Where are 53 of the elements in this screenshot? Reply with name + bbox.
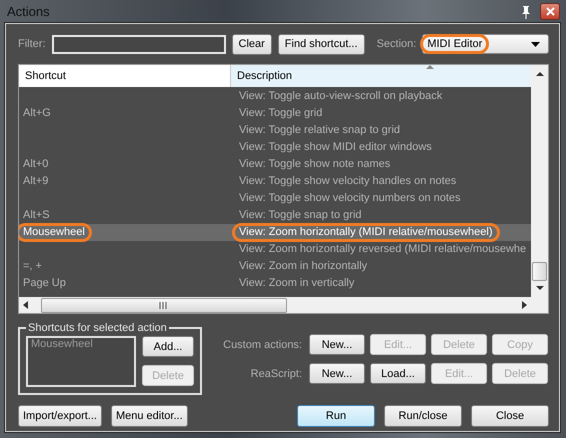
description-cell-text: View: Zoom horizontally reversed (MIDI relative/mousewhe: [238, 243, 528, 256]
filter-field[interactable]: [52, 34, 226, 54]
action-button[interactable]: New...: [309, 334, 365, 355]
dialog-button[interactable]: Run/close: [384, 405, 462, 427]
dialog-button[interactable]: Menu editor...: [110, 405, 188, 427]
vertical-scrollbar[interactable]: [531, 65, 548, 313]
left-arrow-icon[interactable]: [23, 301, 29, 309]
grip-icon: [159, 302, 169, 308]
filter-button[interactable]: Find shortcut...: [278, 34, 365, 54]
horizontal-scrollbar[interactable]: [19, 297, 531, 313]
description-cell: View: Zoom horizontally (MIDI relative/mousewheel): [235, 226, 496, 239]
description-cell-text: View: Zoom in vertically: [238, 277, 356, 290]
description-cell-text: View: Toggle grid: [238, 107, 324, 120]
section-dropdown[interactable]: MIDI Editor: [422, 34, 549, 54]
scroll-thumb[interactable]: [41, 298, 287, 312]
dialog-button[interactable]: Run: [297, 405, 375, 427]
shortcut-cell-text: Alt+0: [22, 158, 50, 171]
sort-arrow-icon: [426, 65, 434, 69]
shortcut-cell-text: =, +: [22, 260, 43, 273]
down-arrow-icon[interactable]: [536, 285, 544, 291]
description-cell-text: View: Zoom in horizontally: [238, 260, 368, 273]
dropdown-arrow-icon: [531, 42, 540, 46]
dialog-button[interactable]: Close: [471, 405, 549, 427]
shortcut-cell-text: Alt+G: [22, 107, 52, 120]
action-button[interactable]: New...: [309, 363, 365, 384]
filter-button[interactable]: Clear: [232, 34, 272, 54]
dialog-button[interactable]: Import/export...: [18, 405, 102, 427]
pin-icon[interactable]: [520, 4, 532, 18]
shortcut-cell-text: Alt+S: [22, 209, 51, 222]
action-label: Custom actions:: [222, 338, 302, 350]
shortcut-cell: Mousewheel: [19, 226, 89, 239]
right-arrow-icon[interactable]: [521, 301, 527, 309]
description-cell-text: View: Toggle show velocity numbers on notes: [238, 192, 462, 205]
description-cell-text: View: Toggle relative snap to grid: [238, 124, 402, 137]
group-title: Shortcuts for selected action: [27, 322, 168, 334]
description-cell-text: View: Toggle auto-view-scroll on playback: [238, 90, 444, 103]
column-header[interactable]: Description: [231, 65, 531, 87]
shortcut-button[interactable]: Add...: [142, 336, 194, 357]
description-cell-text: View: Toggle show MIDI editor windows: [238, 141, 433, 154]
window-title: Actions: [6, 4, 50, 19]
filter-label: Filter:: [18, 38, 46, 50]
close-icon: [546, 7, 554, 16]
scroll-thumb[interactable]: [532, 262, 547, 281]
shortcut-cell-text: Alt+9: [22, 175, 50, 188]
action-button[interactable]: Load...: [370, 363, 426, 384]
up-arrow-icon[interactable]: [536, 71, 544, 77]
description-cell-text: View: Toggle show note names: [238, 158, 392, 171]
close-button[interactable]: [540, 3, 560, 20]
description-cell-text: View: Toggle snap to grid: [238, 209, 363, 222]
action-label: ReaScript:: [250, 368, 302, 380]
description-cell-text: View: Toggle show velocity handles on notes: [238, 175, 458, 188]
section-label: Section:: [376, 38, 416, 50]
shortcut-cell-text: Page Up: [22, 277, 67, 290]
